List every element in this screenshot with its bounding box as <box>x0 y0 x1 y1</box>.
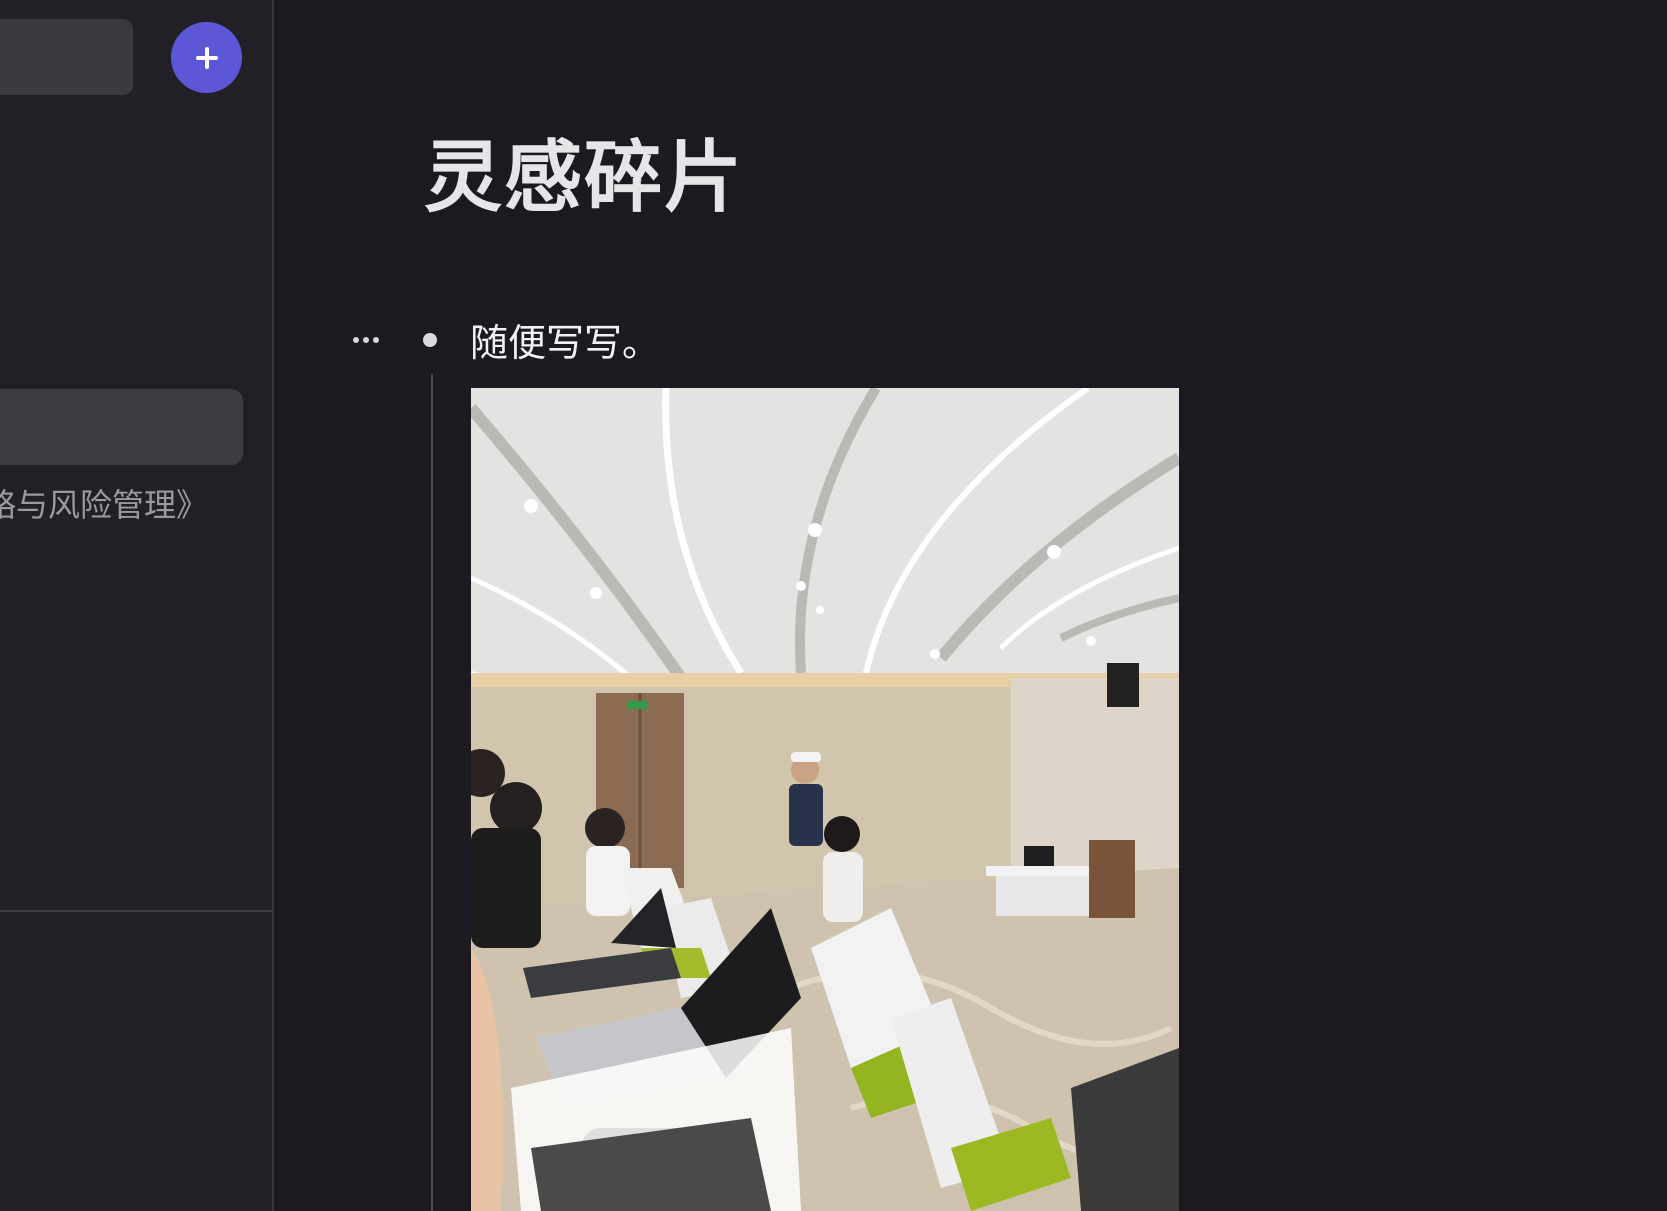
block-thread-line <box>431 374 433 1211</box>
more-horizontal-icon <box>353 337 379 343</box>
sidebar-item-selected[interactable] <box>0 389 243 465</box>
bullet-point[interactable] <box>423 333 437 347</box>
classroom-photo[interactable] <box>471 388 1179 1211</box>
search-input[interactable] <box>0 19 133 95</box>
plus-icon <box>195 46 218 69</box>
sidebar-item-label[interactable]: 略与风险管理》 <box>0 480 208 526</box>
sidebar: 略与风险管理》 <box>0 0 274 1211</box>
sidebar-divider <box>0 910 272 912</box>
main-content: 灵感碎片 随便写写。 <box>274 0 1667 1211</box>
block-menu-button[interactable] <box>346 320 386 360</box>
add-button[interactable] <box>171 22 242 93</box>
page-title[interactable]: 灵感碎片 <box>424 115 744 227</box>
block-text[interactable]: 随便写写。 <box>470 312 660 367</box>
